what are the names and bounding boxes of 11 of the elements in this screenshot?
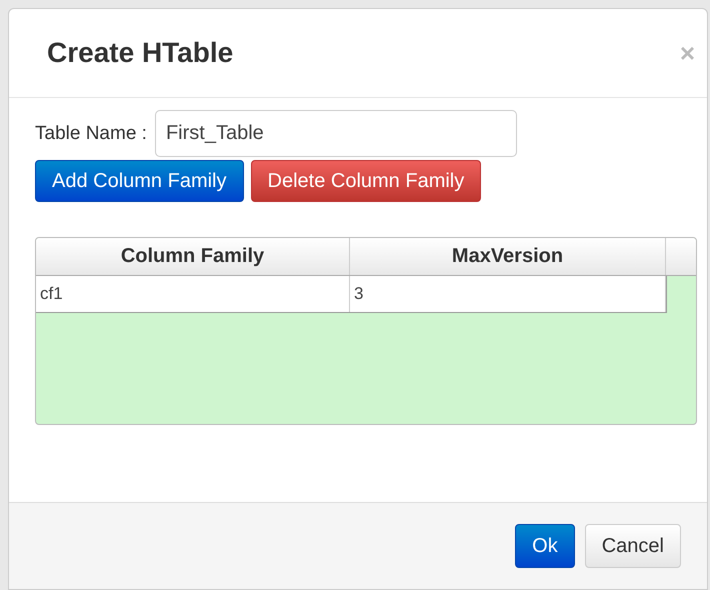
column-header[interactable]: Column Family	[36, 238, 350, 275]
dialog-title: Create HTable	[47, 37, 234, 69]
add-button[interactable]: Add Column Family	[35, 160, 244, 202]
delete-button[interactable]: Delete Column Family	[250, 160, 482, 202]
field-label: Table Name :	[35, 122, 147, 144]
table-cell: cf1	[36, 276, 350, 312]
cancel-button[interactable]: Cancel	[584, 524, 681, 568]
ok-button[interactable]: Ok	[515, 524, 575, 568]
column-header[interactable]: MaxVersion	[350, 238, 666, 275]
table-name-field[interactable]: First_Table	[154, 110, 517, 157]
table-cell: 3	[350, 276, 666, 312]
